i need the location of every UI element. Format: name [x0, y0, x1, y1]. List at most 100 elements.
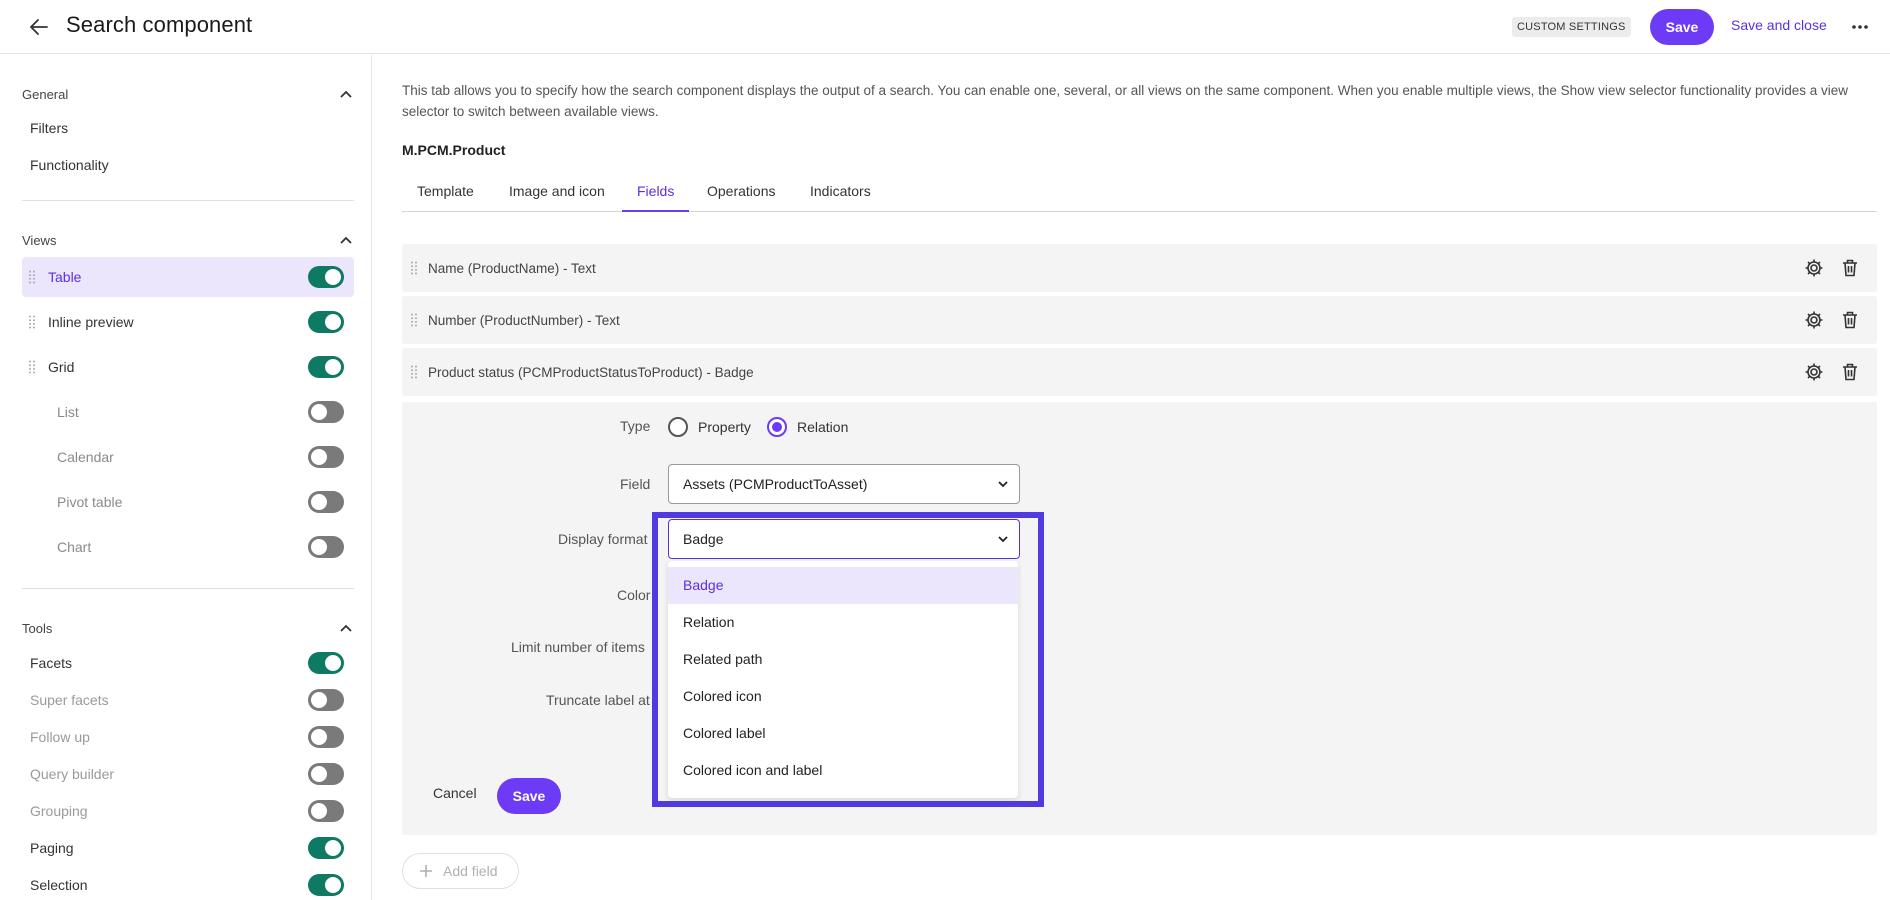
- toggle-switch[interactable]: [308, 491, 344, 513]
- toggle-knob: [325, 655, 341, 671]
- view-item-calendar[interactable]: Calendar: [22, 437, 354, 477]
- drag-handle-icon[interactable]: [27, 314, 37, 330]
- field-row[interactable]: Number (ProductNumber) - Text: [402, 296, 1877, 344]
- field-select[interactable]: Assets (PCMProductToAsset): [668, 464, 1020, 504]
- view-item-table[interactable]: Table: [22, 257, 354, 297]
- sidebar-link-functionality[interactable]: Functionality: [30, 157, 109, 173]
- toggle-switch[interactable]: [308, 536, 344, 558]
- toggle-switch[interactable]: [308, 311, 344, 333]
- toggle-switch[interactable]: [308, 446, 344, 468]
- field-row-expanded[interactable]: Product status (PCMProductStatusToProduc…: [402, 348, 1877, 396]
- chevron-up-icon[interactable]: [338, 86, 354, 102]
- tool-item-selection[interactable]: Selection: [22, 867, 354, 900]
- section-tools-header[interactable]: Tools: [22, 617, 354, 639]
- toggle-switch[interactable]: [308, 266, 344, 288]
- tool-item-query-builder[interactable]: Query builder: [22, 756, 354, 792]
- dropdown-option-related-path[interactable]: Related path: [668, 641, 1018, 678]
- color-label: Color: [617, 587, 651, 603]
- back-arrow-icon[interactable]: [26, 14, 52, 40]
- tool-item-super-facets[interactable]: Super facets: [22, 682, 354, 718]
- view-item-grid[interactable]: Grid: [22, 347, 354, 387]
- section-views-header[interactable]: Views: [22, 229, 354, 251]
- view-item-list[interactable]: List: [22, 392, 354, 432]
- editor-save-button[interactable]: Save: [497, 778, 561, 814]
- tab-template[interactable]: Template: [402, 176, 489, 212]
- cancel-button[interactable]: Cancel: [433, 785, 477, 801]
- section-general-header[interactable]: General: [22, 83, 354, 105]
- view-item-label: Table: [48, 269, 82, 285]
- toggle-knob: [325, 314, 341, 330]
- dropdown-option-relation[interactable]: Relation: [668, 604, 1018, 641]
- view-item-label: List: [57, 404, 79, 420]
- drag-handle-icon[interactable]: [409, 364, 419, 380]
- tab-indicators[interactable]: Indicators: [795, 176, 886, 212]
- toggle-switch[interactable]: [308, 874, 344, 896]
- display-format-select[interactable]: Badge: [668, 519, 1020, 559]
- toggle-switch[interactable]: [308, 800, 344, 822]
- gear-icon[interactable]: [1804, 258, 1824, 278]
- drag-handle-icon[interactable]: [409, 312, 419, 328]
- drag-handle-icon[interactable]: [27, 269, 37, 285]
- view-item-chart[interactable]: Chart: [22, 527, 354, 567]
- dropdown-option-colored-icon-and-label[interactable]: Colored icon and label: [668, 752, 1018, 789]
- chevron-up-icon[interactable]: [338, 232, 354, 248]
- save-button[interactable]: Save: [1650, 9, 1714, 45]
- radio-relation-label[interactable]: Relation: [797, 419, 848, 435]
- tab-operations[interactable]: Operations: [692, 176, 790, 212]
- trash-icon[interactable]: [1840, 258, 1860, 278]
- truncate-label: Truncate label at: [546, 692, 650, 708]
- field-row-label: Name (ProductName) - Text: [428, 260, 596, 276]
- chevron-down-icon: [996, 477, 1010, 491]
- tool-item-grouping[interactable]: Grouping: [22, 793, 354, 829]
- toggle-switch[interactable]: [308, 726, 344, 748]
- toggle-switch[interactable]: [308, 356, 344, 378]
- field-row[interactable]: Name (ProductName) - Text: [402, 244, 1877, 292]
- toggle-knob: [325, 269, 341, 285]
- gear-icon[interactable]: [1804, 310, 1824, 330]
- toggle-switch[interactable]: [308, 763, 344, 785]
- gear-icon[interactable]: [1804, 362, 1824, 382]
- toggle-switch[interactable]: [308, 401, 344, 423]
- tool-item-label: Super facets: [30, 692, 109, 708]
- dropdown-option-badge[interactable]: Badge: [668, 567, 1018, 604]
- chevron-up-icon[interactable]: [338, 620, 354, 636]
- sidebar: General Filters Functionality Views Tabl…: [0, 55, 372, 900]
- add-field-button[interactable]: Add field: [402, 853, 519, 889]
- more-options-icon[interactable]: [1848, 16, 1872, 38]
- tool-item-facets[interactable]: Facets: [22, 645, 354, 681]
- display-format-dropdown: Badge Relation Related path Colored icon…: [668, 561, 1018, 798]
- trash-icon[interactable]: [1840, 362, 1860, 382]
- toggle-knob: [311, 729, 327, 745]
- type-label: Type: [620, 418, 651, 434]
- tool-item-paging[interactable]: Paging: [22, 830, 354, 866]
- view-item-pivot-table[interactable]: Pivot table: [22, 482, 354, 522]
- view-item-inline-preview[interactable]: Inline preview: [22, 302, 354, 342]
- radio-property-label[interactable]: Property: [698, 419, 751, 435]
- tool-item-label: Query builder: [30, 766, 115, 782]
- page-title: Search component: [66, 12, 253, 37]
- dropdown-option-colored-icon[interactable]: Colored icon: [668, 678, 1018, 715]
- save-and-close-link[interactable]: Save and close: [1731, 17, 1827, 33]
- toggle-switch[interactable]: [308, 837, 344, 859]
- section-tools-title: Tools: [22, 620, 53, 636]
- drag-handle-icon[interactable]: [27, 359, 37, 375]
- tool-item-label: Selection: [30, 877, 88, 893]
- drag-handle-icon[interactable]: [409, 260, 419, 276]
- section-views-title: Views: [22, 232, 57, 248]
- entity-name: M.PCM.Product: [402, 142, 506, 158]
- radio-relation[interactable]: [767, 417, 787, 437]
- field-select-value: Assets (PCMProductToAsset): [683, 476, 868, 492]
- toggle-switch[interactable]: [308, 689, 344, 711]
- display-format-label: Display format: [558, 531, 648, 547]
- tab-fields[interactable]: Fields: [622, 176, 690, 212]
- toggle-switch[interactable]: [308, 652, 344, 674]
- dropdown-option-colored-label[interactable]: Colored label: [668, 715, 1018, 752]
- toggle-knob: [311, 766, 327, 782]
- tab-image-and-icon[interactable]: Image and icon: [494, 176, 620, 212]
- tool-item-label: Follow up: [30, 729, 90, 745]
- main-content: This tab allows you to specify how the s…: [373, 55, 1890, 900]
- sidebar-link-filters[interactable]: Filters: [30, 120, 68, 136]
- radio-property[interactable]: [668, 417, 688, 437]
- tool-item-follow-up[interactable]: Follow up: [22, 719, 354, 755]
- trash-icon[interactable]: [1840, 310, 1860, 330]
